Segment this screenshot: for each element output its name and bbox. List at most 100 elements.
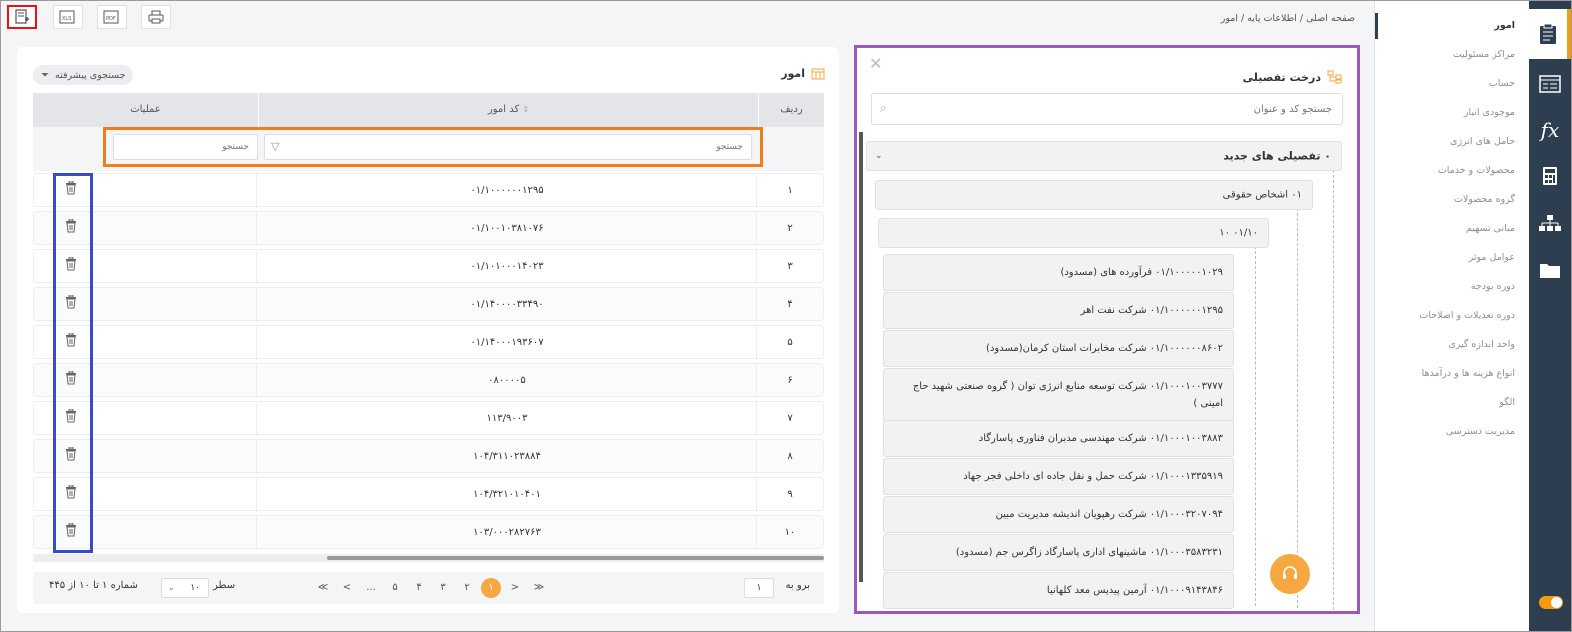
table-row[interactable]: ۴ ۰۱/۱۴۰۰۰۰۳۳۴۹۰ [33, 287, 824, 322]
sidebar-item[interactable]: دوره تعدیلات و اصلاحات [1419, 310, 1515, 321]
rows-per-page-value: ۱۰ [190, 583, 200, 593]
sidebar-item[interactable]: موجودی انبار [1464, 107, 1515, 118]
advanced-search-button[interactable]: جستجوی پیشرفته ⏷ [33, 65, 134, 85]
rail-org-chart[interactable] [1529, 199, 1571, 249]
tree-leaf-node[interactable]: ۰۱/۱۰۰۰۳۲۰۷۰۹۴ شرکت رهپویان اندیشه مدیری… [883, 496, 1234, 533]
rail-table[interactable] [1529, 59, 1571, 109]
tree-search-box[interactable]: ⌕ [871, 93, 1343, 125]
page-item[interactable]: ۱ [481, 578, 501, 598]
sidebar-item[interactable]: حامل های انرژی [1450, 136, 1515, 147]
operations-highlight [53, 173, 93, 553]
page-item[interactable]: ≫ [529, 578, 549, 598]
page-item[interactable]: ۵ [385, 578, 405, 598]
row-index: ۷ [787, 413, 793, 424]
tree-leaf-node[interactable]: ۰۱/۱۰۰۰۰۰۱۰۲۹ فرآورده های (مسدود) [883, 254, 1234, 291]
filter-icon: ⏷ [41, 69, 49, 81]
sidebar-item[interactable]: محصولات و خدمات [1438, 165, 1515, 176]
theme-toggle[interactable] [1539, 596, 1563, 609]
sidebar-item[interactable]: مراکز مسئولیت [1453, 49, 1515, 60]
app-window: XLS PDF صفحه اصلی / اطلاعات پایه / امور … [0, 0, 1572, 632]
page-item[interactable]: ۴ [409, 578, 429, 598]
grid-card: امور جستجوی پیشرفته ⏷ ردیف کد امور ⇕ عمل… [17, 47, 839, 613]
table-icon [1539, 75, 1561, 93]
row-code: ۰۱/۱۴۰۰۰۱۹۳۶۰۷ [470, 337, 544, 348]
cell-separator [256, 402, 257, 436]
cell-separator [256, 516, 257, 550]
tree-search-input[interactable] [902, 101, 1332, 117]
active-indicator [1375, 13, 1378, 39]
sidebar-item[interactable]: حساب [1489, 78, 1515, 89]
table-row[interactable]: ۱۰ ۱۰۳/۰۰۰۲۸۲۷۶۳ [33, 515, 824, 550]
column-header-ops: عملیات [130, 104, 161, 115]
chevron-down-icon: ⌄ [168, 583, 175, 592]
tree-node-legal-entities[interactable]: ۰۱ اشخاص حقوقی [875, 180, 1313, 210]
tree-leaf-node[interactable]: ۰۱/۱۰۰۰۰۰۰۱۲۹۵ شرکت نفت اهر [883, 292, 1234, 329]
sidebar-item[interactable]: الگو [1499, 397, 1515, 408]
table-row[interactable]: ۶ ۰۸۰۰۰۰۵ [33, 363, 824, 398]
row-index: ۲ [787, 223, 793, 234]
row-index: ۱ [787, 185, 793, 196]
tree-leaf-node[interactable]: ۰۱/۱۰۰۰۰۰۰۸۶۰۲ شرکت مخابرات استان کرمان(… [883, 330, 1234, 367]
table-row[interactable]: ۳ ۰۱/۱۰۱۰۰۰۱۴۰۲۳ [33, 249, 824, 284]
tree-leaf-node[interactable]: ۰۱/۱۰۰۰۱۳۳۵۹۱۹ شرکت حمل و نقل جاده ای دا… [883, 458, 1234, 495]
table-row[interactable]: ۷ ۱۱۳/۹۰۰۳ [33, 401, 824, 436]
sidebar-item[interactable]: مبانی تسهیم [1466, 223, 1515, 234]
sidebar-menu: امور مراکز مسئولیت حساب موجودی انبار حامل ها… [1374, 1, 1529, 631]
add-record-button[interactable] [7, 5, 37, 29]
sidebar-item[interactable]: مدیریت دسترسی [1446, 426, 1515, 437]
tree-leaf-node[interactable]: ۰۱/۱۰۰۰۱۰۰۳۸۸۳ شرکت مهندسی مدبران فناوری… [883, 420, 1234, 457]
tree-node-root[interactable]: ۰ تفصیلی های جدید ⌄ [866, 141, 1342, 171]
support-button[interactable] [1270, 554, 1310, 594]
grid-title-text: امور [781, 67, 805, 80]
tree-leaf-node[interactable]: ۰۱/۱۰۰۰۱۰۰۳۷۷۷ شرکت توسعه منابع انرژی تو… [883, 368, 1234, 422]
sidebar-item[interactable]: گروه محصولات [1454, 194, 1515, 205]
sidebar-item[interactable]: واحد اندازه گیری [1448, 339, 1515, 350]
table-row[interactable]: ۲ ۰۱/۱۰۰۱۰۳۸۱۰۷۶ [33, 211, 824, 246]
row-code: ۰۸۰۰۰۰۵ [488, 375, 526, 386]
tree-title: درخت تفصیلی [1243, 70, 1343, 84]
row-index: ۶ [787, 375, 793, 386]
page-item[interactable]: < [337, 578, 357, 598]
table-row[interactable]: ۵ ۰۱/۱۴۰۰۰۱۹۳۶۰۷ [33, 325, 824, 360]
goto-label: برو به [785, 580, 810, 591]
page-item[interactable]: ۲ [457, 578, 477, 598]
goto-page-input[interactable]: ۱ [744, 578, 774, 598]
rail-folder[interactable] [1529, 245, 1571, 295]
page-item[interactable]: ... [361, 578, 381, 598]
pdf-icon: PDF [103, 10, 119, 24]
sidebar-item[interactable]: عوامل موثر [1469, 252, 1515, 263]
column-header-row[interactable]: ردیف [758, 93, 824, 127]
breadcrumb: صفحه اصلی / اطلاعات پایه / امور [1220, 13, 1355, 24]
grid-title: امور [781, 67, 825, 80]
export-xls-button[interactable]: XLS [53, 5, 83, 29]
page-item[interactable]: > [505, 578, 525, 598]
scrollbar-thumb[interactable] [327, 556, 824, 560]
table-row[interactable]: ۹ ۱۰۴/۳۲۱۰۱۰۴۰۱ [33, 477, 824, 512]
sidebar-item[interactable]: انواع هزینه ها و درآمدها [1422, 368, 1515, 379]
tree-node-group-10[interactable]: ۰۱/۱۰ ۱۰ [878, 218, 1269, 248]
rail-calculator[interactable] [1529, 151, 1571, 201]
row-code: ۱۱۳/۹۰۰۳ [486, 413, 528, 424]
fx-icon[interactable]: fx [1529, 105, 1571, 155]
tree-leaf-node[interactable]: ۰۱/۱۰۰۰۳۵۸۳۲۳۱ ماشینهای اداری پاسارگاد ز… [883, 534, 1234, 571]
rail-clipboard[interactable] [1529, 9, 1571, 59]
page-item[interactable]: ≪ [313, 578, 333, 598]
page-item[interactable]: ۳ [433, 578, 453, 598]
cell-separator [256, 212, 257, 246]
sidebar-item[interactable]: امور [1494, 20, 1515, 31]
column-header-code[interactable]: کد امور ⇕ [258, 93, 758, 127]
headset-icon [1283, 566, 1297, 579]
rows-per-page-select[interactable]: ۱۰ ⌄ [161, 578, 209, 598]
print-button[interactable] [141, 5, 171, 29]
tree-scrollbar[interactable] [859, 132, 863, 582]
table-row[interactable]: ۸ ۱۰۴/۳۱۱۰۲۳۸۸۴ [33, 439, 824, 474]
table-row[interactable]: ۱ ۰۱/۱۰۰۰۰۰۰۱۲۹۵ [33, 173, 824, 208]
cell-separator [256, 326, 257, 360]
tree-leaf-node[interactable]: ۰۱/۱۰۰۰۹۱۴۳۸۴۶ آرمین پیدیس معد کلهانیا [883, 572, 1234, 609]
row-index: ۹ [787, 489, 793, 500]
pagination-bar: برو به ۱ ≪ <... ۵ ۴ ۳ ۲ ۱ > ≫ سطر ۱۰ ⌄ شماره ۱ تا… [33, 572, 824, 604]
horizontal-scrollbar[interactable] [33, 554, 824, 562]
close-icon[interactable]: ✕ [869, 54, 882, 73]
sidebar-item[interactable]: دوره بودجه [1471, 281, 1515, 292]
export-pdf-button[interactable]: PDF [97, 5, 127, 29]
